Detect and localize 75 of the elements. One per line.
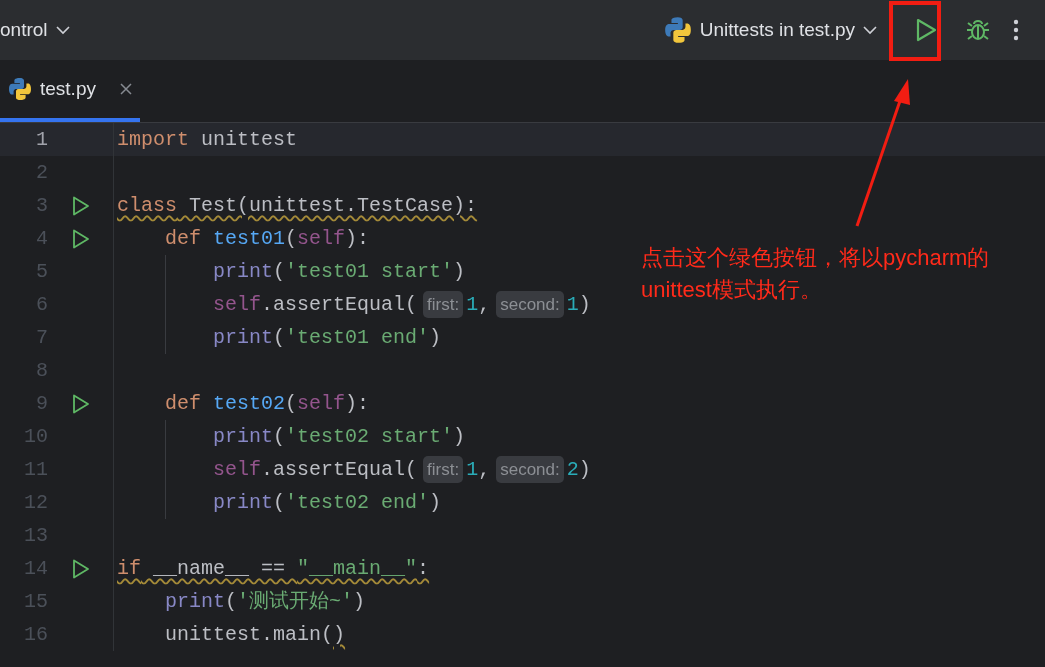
run-config-selector[interactable]: Unittests in test.py bbox=[663, 15, 877, 45]
self-keyword: self bbox=[297, 225, 346, 252]
code-text: .assertEqual( bbox=[261, 291, 418, 318]
code-text: unittest bbox=[200, 126, 298, 153]
code-text: ( bbox=[273, 324, 286, 351]
builtin-name: print bbox=[212, 324, 274, 351]
code-text: ) bbox=[333, 621, 346, 648]
self-keyword: self bbox=[212, 456, 262, 483]
annotation-text: 点击这个绿色按钮，将以pycharm的 bbox=[641, 244, 990, 272]
code-text: , bbox=[478, 456, 491, 483]
string-literal: "__main__" bbox=[297, 555, 418, 582]
close-icon[interactable] bbox=[120, 83, 132, 95]
code-text: ( bbox=[273, 489, 286, 516]
code-text: ): bbox=[345, 390, 370, 417]
kebab-menu-icon bbox=[1013, 19, 1019, 41]
line-number: 1 bbox=[35, 126, 48, 153]
code-text: ( bbox=[225, 588, 238, 615]
keyword: import bbox=[117, 126, 189, 153]
project-label: ontrol bbox=[0, 17, 48, 42]
builtin-name: print bbox=[164, 588, 226, 615]
code-text: ( bbox=[273, 423, 286, 450]
python-run-config-icon bbox=[663, 16, 692, 44]
code-text: ) bbox=[578, 456, 591, 483]
parameter-hint: first: bbox=[423, 290, 464, 319]
run-gutter-icon[interactable] bbox=[71, 558, 90, 579]
caret-icon bbox=[55, 25, 70, 35]
code-text: ) bbox=[353, 588, 366, 615]
keyword: def bbox=[164, 390, 201, 417]
string-literal: '测试开始~' bbox=[237, 588, 354, 615]
code-text: .assertEqual( bbox=[261, 456, 418, 483]
parameter-hint: second: bbox=[496, 290, 564, 319]
python-logo-icon bbox=[8, 77, 32, 101]
keyword: class bbox=[117, 192, 177, 219]
project-menu[interactable]: ontrol bbox=[0, 15, 70, 45]
function-name: test01 bbox=[212, 225, 286, 252]
code-text: Test(unittest.TestCase): bbox=[188, 192, 478, 219]
code-text: ) bbox=[578, 291, 591, 318]
function-name: test02 bbox=[212, 390, 286, 417]
code-text: ): bbox=[345, 225, 370, 252]
number-literal: 2 bbox=[566, 456, 579, 483]
builtin-name: print bbox=[212, 423, 274, 450]
caret-icon bbox=[863, 25, 877, 35]
self-keyword: self bbox=[297, 390, 346, 417]
code-text: ( bbox=[285, 225, 298, 252]
builtin-name: print bbox=[212, 258, 274, 285]
keyword: if bbox=[117, 555, 141, 582]
code-text: : bbox=[417, 555, 430, 582]
number-literal: 1 bbox=[566, 291, 579, 318]
string-literal: 'test02 start' bbox=[285, 423, 454, 450]
highlight-frame bbox=[889, 1, 941, 61]
code-text: ( bbox=[285, 390, 298, 417]
parameter-hint: second: bbox=[496, 455, 564, 484]
run-gutter-icon[interactable] bbox=[71, 228, 90, 249]
play-icon bbox=[915, 18, 937, 42]
number-literal: 1 bbox=[466, 291, 479, 318]
keyword: def bbox=[164, 225, 201, 252]
annotation-text: unittest模式执行。 bbox=[641, 276, 823, 304]
string-literal: 'test01 start' bbox=[285, 258, 454, 285]
string-literal: 'test02 end' bbox=[285, 489, 430, 516]
self-keyword: self bbox=[212, 291, 262, 318]
run-gutter-icon[interactable] bbox=[71, 393, 90, 414]
bug-icon bbox=[965, 17, 991, 43]
code-text: ) bbox=[453, 423, 466, 450]
parameter-hint: first: bbox=[423, 455, 464, 484]
code-text: __name__ == bbox=[152, 555, 287, 582]
string-literal: 'test01 end' bbox=[285, 324, 430, 351]
run-gutter-icon[interactable] bbox=[71, 195, 90, 216]
code-text: unittest.main( bbox=[164, 621, 334, 648]
number-literal: 1 bbox=[466, 456, 479, 483]
code-text: ) bbox=[429, 324, 442, 351]
code-text: ) bbox=[429, 489, 442, 516]
code-text: ) bbox=[453, 258, 466, 285]
code-text: , bbox=[478, 291, 491, 318]
code-text: ( bbox=[273, 258, 286, 285]
builtin-name: print bbox=[212, 489, 274, 516]
